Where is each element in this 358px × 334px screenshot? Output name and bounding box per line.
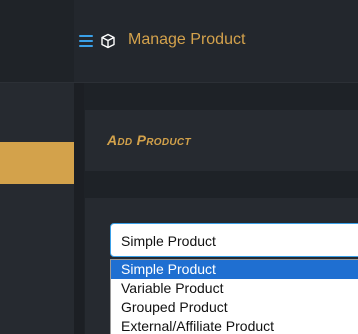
dropdown-option-variable-product[interactable]: Variable Product bbox=[111, 279, 358, 298]
sidebar-logo-area bbox=[0, 0, 74, 82]
dropdown-option-simple-product[interactable]: Simple Product bbox=[111, 260, 358, 279]
sidebar-item-active[interactable] bbox=[0, 142, 74, 184]
dropdown-option-grouped-product[interactable]: Grouped Product bbox=[111, 298, 358, 317]
sidebar-divider bbox=[74, 83, 84, 334]
product-type-select-value: Simple Product bbox=[121, 233, 216, 249]
cube-icon bbox=[101, 33, 115, 49]
page-title: Manage Product bbox=[128, 31, 246, 48]
hamburger-menu-icon[interactable] bbox=[79, 35, 93, 47]
app-window: Manage Product Add Product Simple Produc… bbox=[0, 0, 358, 334]
card-title: Add Product bbox=[107, 132, 191, 148]
product-type-dropdown: Simple Product Variable Product Grouped … bbox=[110, 259, 358, 334]
product-type-select[interactable]: Simple Product bbox=[110, 223, 358, 257]
sidebar bbox=[0, 83, 74, 334]
dropdown-option-external-affiliate-product[interactable]: External/Affiliate Product bbox=[111, 317, 358, 334]
